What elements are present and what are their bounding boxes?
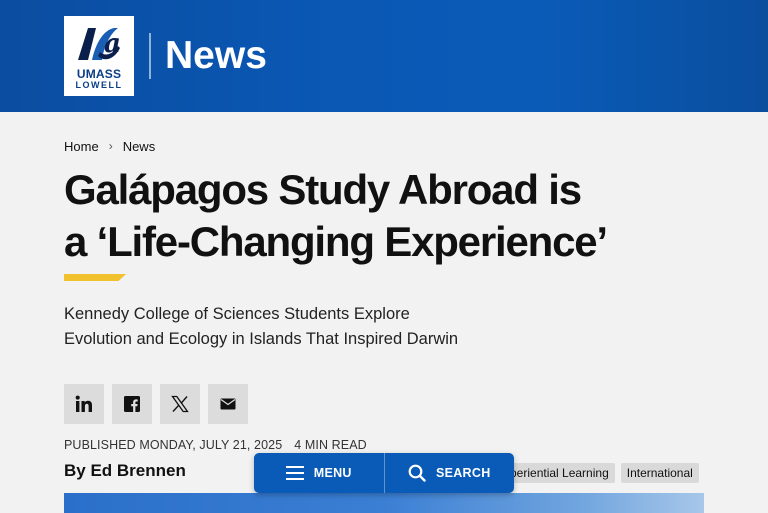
article-tags: Experiential Learning International — [490, 463, 699, 483]
menu-button[interactable]: MENU — [254, 453, 384, 493]
article-subtitle-line1: Kennedy College of Sciences Students Exp… — [64, 305, 410, 323]
svg-text:a: a — [104, 29, 121, 59]
hamburger-menu-icon — [285, 466, 304, 480]
menu-label: MENU — [313, 466, 352, 480]
logo-text-lowell: LOWELL — [75, 80, 123, 90]
share-linkedin-button[interactable] — [64, 384, 104, 424]
article-title: Galápagos Study Abroad is a ‘Life-Changi… — [64, 164, 624, 268]
umass-lowell-logo[interactable]: a UMASS LOWELL — [64, 16, 134, 96]
search-icon — [408, 464, 426, 482]
title-accent-bar — [64, 274, 126, 281]
read-time: 4 MIN READ — [294, 438, 367, 452]
breadcrumb: Home › News — [64, 137, 155, 155]
tag-international[interactable]: International — [620, 463, 699, 483]
published-date: PUBLISHED MONDAY, JULY 21, 2025 — [64, 438, 283, 452]
article-title-line2: a ‘Life-Changing Experience’ — [64, 218, 608, 265]
logo-mark-icon: a — [74, 22, 124, 66]
facebook-icon — [124, 396, 140, 412]
share-x-button[interactable] — [160, 384, 200, 424]
logo-text-umass: UMASS — [76, 67, 122, 81]
share-email-button[interactable] — [208, 384, 248, 424]
share-facebook-button[interactable] — [112, 384, 152, 424]
floating-nav: MENU SEARCH — [254, 453, 514, 493]
linkedin-icon — [75, 395, 92, 412]
breadcrumb-news-link[interactable]: News — [123, 139, 156, 154]
article-title-line1: Galápagos Study Abroad is — [64, 166, 582, 213]
breadcrumb-home-link[interactable]: Home — [64, 139, 99, 154]
hero-image — [64, 493, 704, 513]
search-button[interactable]: SEARCH — [385, 453, 515, 493]
email-icon — [220, 398, 236, 410]
article-subtitle-line2: Evolution and Ecology in Islands That In… — [64, 330, 459, 348]
article-meta: PUBLISHED MONDAY, JULY 21, 2025 4 MIN RE… — [64, 438, 367, 452]
chevron-right-icon: › — [108, 139, 113, 153]
search-label: SEARCH — [435, 466, 491, 480]
section-title[interactable]: News — [165, 33, 267, 79]
header-divider — [149, 33, 151, 79]
author-byline: By Ed Brennen — [64, 461, 186, 480]
site-header: a UMASS LOWELL News — [0, 0, 768, 112]
x-twitter-icon — [171, 395, 189, 413]
article-subtitle: Kennedy College of Sciences Students Exp… — [64, 302, 524, 352]
share-buttons — [64, 384, 248, 424]
